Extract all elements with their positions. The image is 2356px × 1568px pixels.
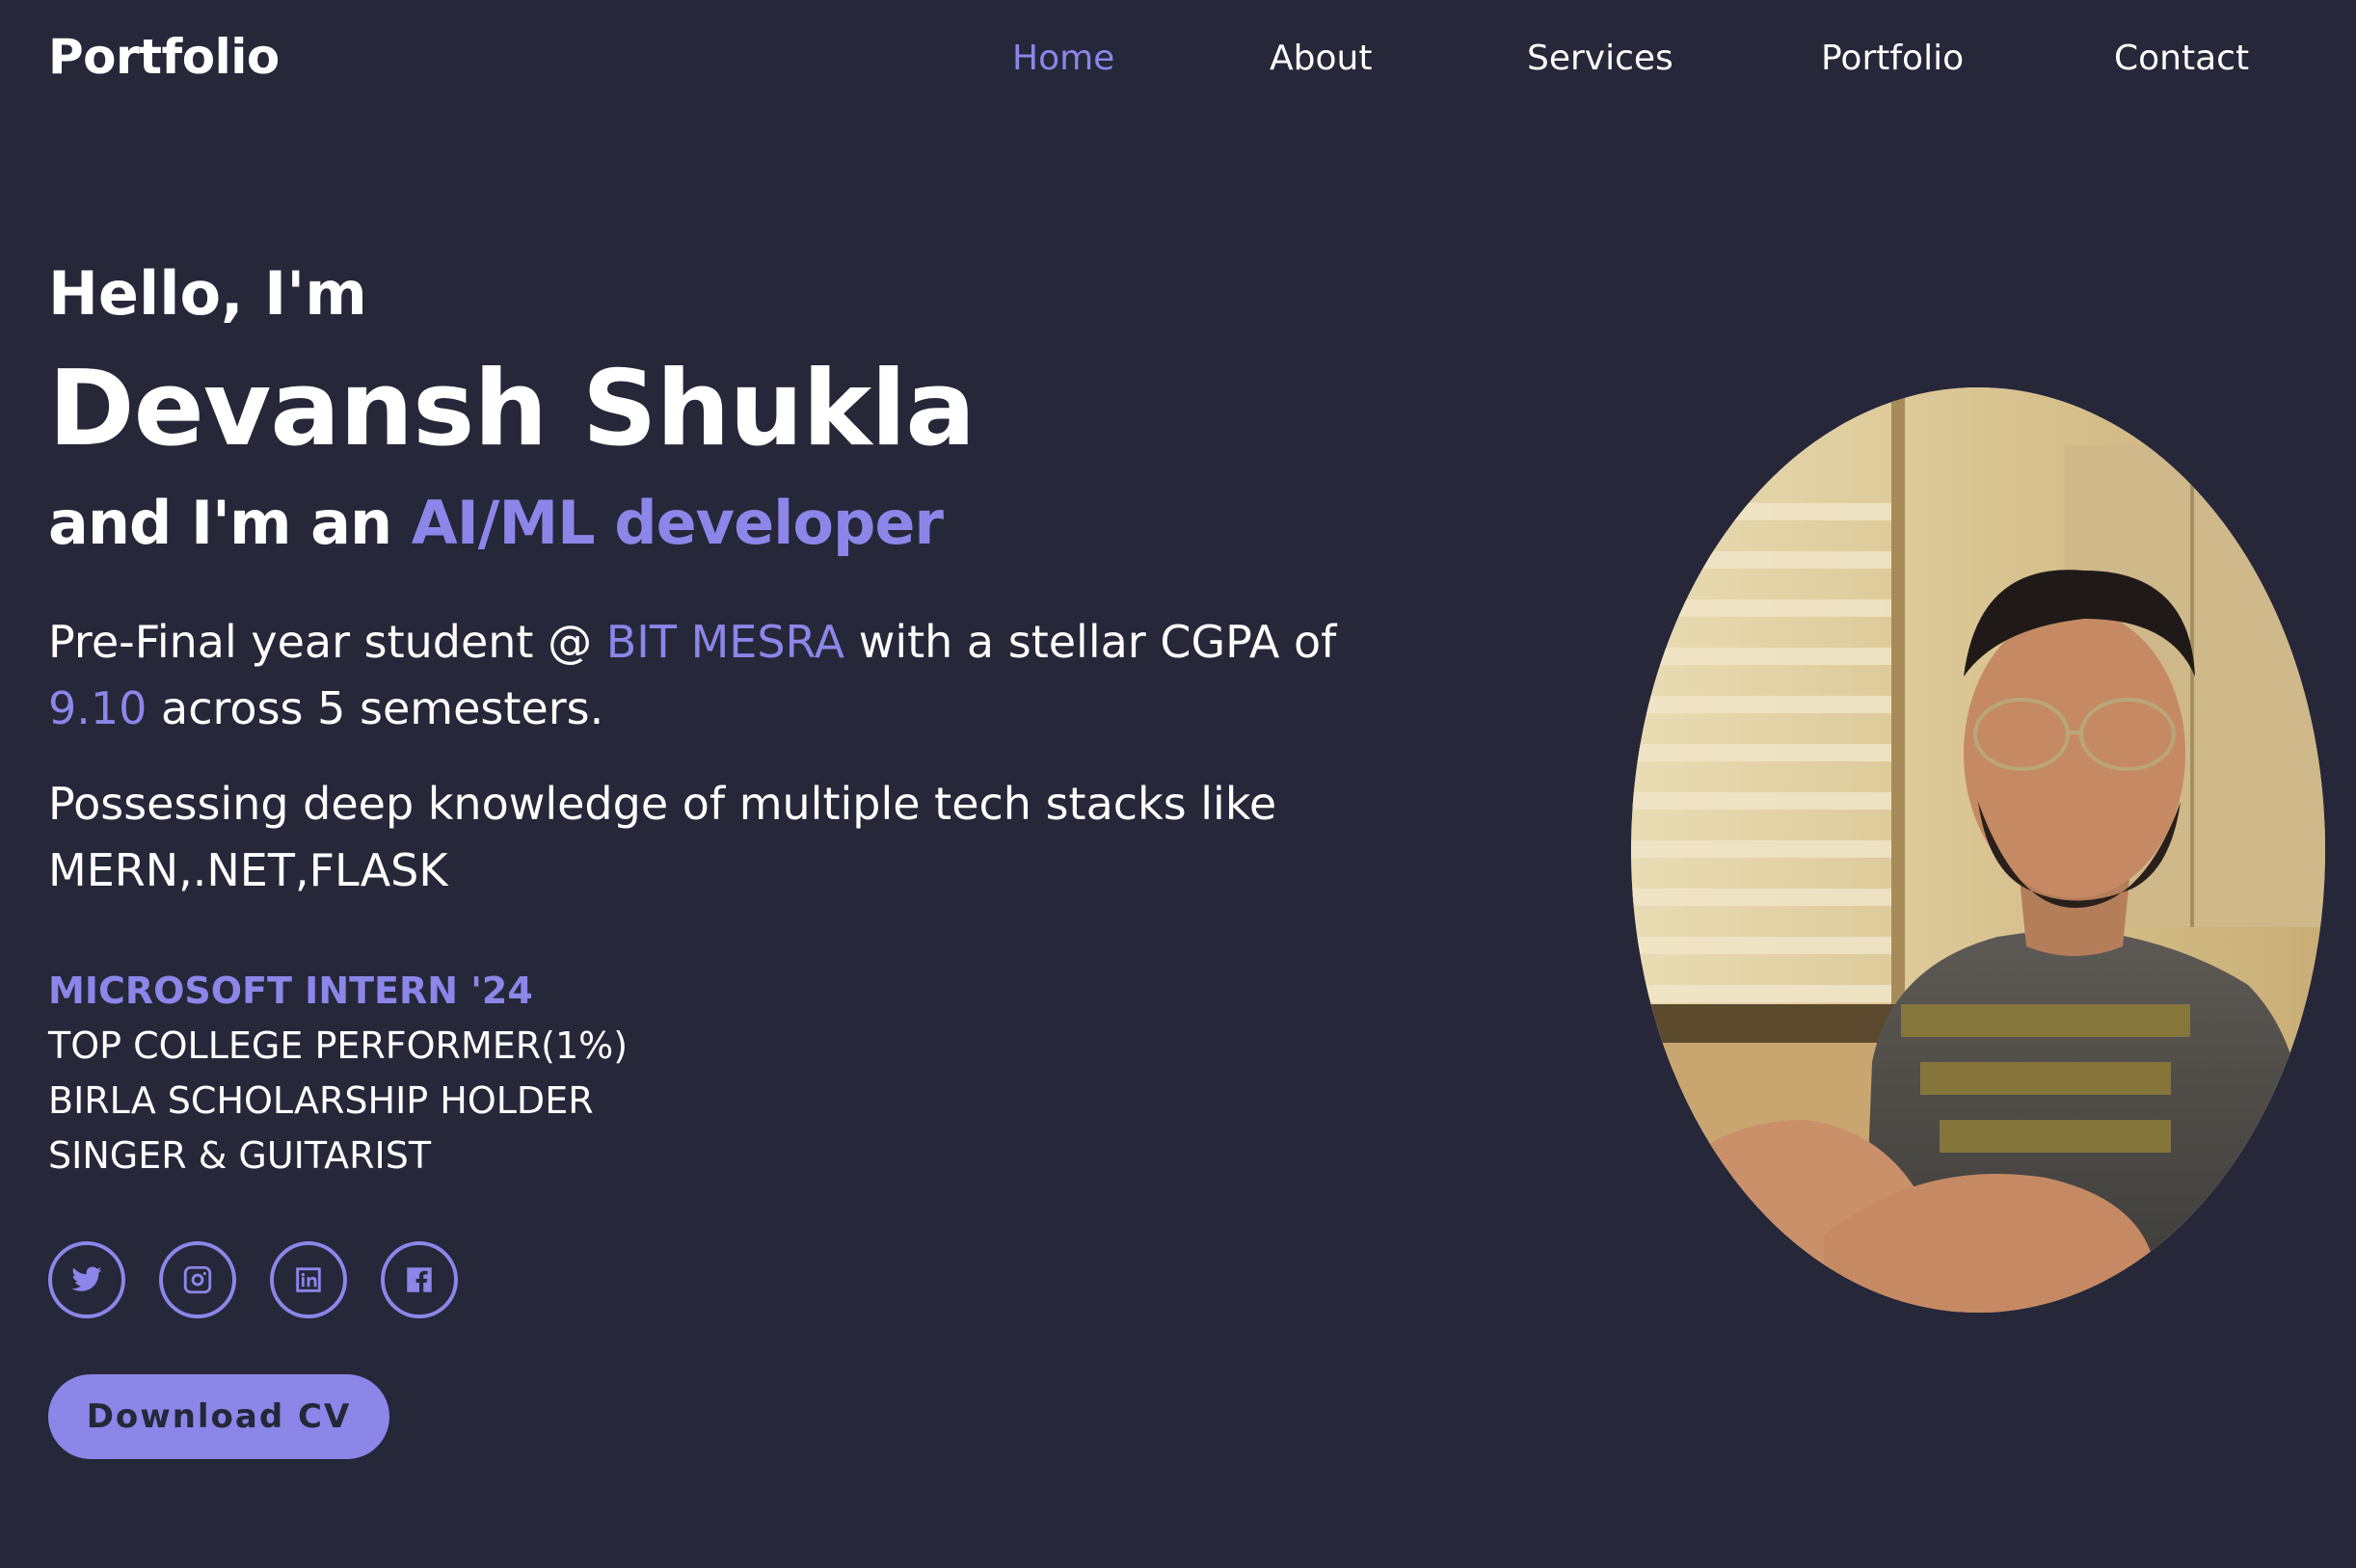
page: Portfolio Home About Services Portfolio … (0, 0, 2356, 1568)
nav-portfolio[interactable]: Portfolio (1821, 39, 1964, 78)
role-prefix: and I'm an (48, 488, 412, 558)
bio-text-3: across 5 semesters. (147, 682, 604, 734)
achievement-item: MICROSOFT INTERN '24 (48, 970, 533, 1012)
role-title: AI/ML developer (411, 488, 944, 558)
nav-services[interactable]: Services (1527, 39, 1673, 78)
navbar: Portfolio Home About Services Portfolio … (0, 0, 2356, 123)
download-cv-button[interactable]: Download CV (48, 1374, 389, 1459)
facebook-link[interactable] (381, 1241, 458, 1318)
achievement-item: BIRLA SCHOLARSHIP HOLDER (48, 1079, 594, 1122)
hero-name: Devansh Shukla (48, 349, 976, 469)
achievements-list: MICROSOFT INTERN '24 TOP COLLEGE PERFORM… (48, 964, 628, 1183)
nav-about[interactable]: About (1270, 39, 1372, 78)
bio-education: Pre-Final year student @ BIT MESRA with … (48, 609, 1417, 742)
nav-contact[interactable]: Contact (2114, 39, 2249, 78)
greeting: Hello, I'm (48, 258, 367, 329)
bio-text-1: Pre-Final year student @ (48, 616, 606, 668)
achievement-item: TOP COLLEGE PERFORMER(1%) (48, 1024, 629, 1067)
bio-skills: Possessing deep knowledge of multiple te… (48, 778, 1277, 896)
twitter-icon (71, 1266, 102, 1291)
profile-photo (1631, 387, 2325, 1313)
instagram-link[interactable] (159, 1241, 236, 1318)
achievement-item: SINGER & GUITARIST (48, 1134, 432, 1177)
profile-photo-illustration (1631, 387, 2325, 1313)
bio-text-2: with a stellar CGPA of (844, 616, 1337, 668)
nav-links: Home About Services Portfolio Contact (0, 0, 2356, 123)
linkedin-link[interactable] (270, 1241, 347, 1318)
cgpa-value: 9.10 (48, 682, 147, 734)
facebook-icon (407, 1267, 432, 1292)
instagram-icon (183, 1265, 212, 1294)
role-line: and I'm an AI/ML developer (48, 488, 944, 558)
linkedin-icon (296, 1267, 321, 1292)
college-name: BIT MESRA (605, 616, 845, 668)
nav-home[interactable]: Home (1012, 39, 1114, 78)
twitter-link[interactable] (48, 1241, 125, 1318)
